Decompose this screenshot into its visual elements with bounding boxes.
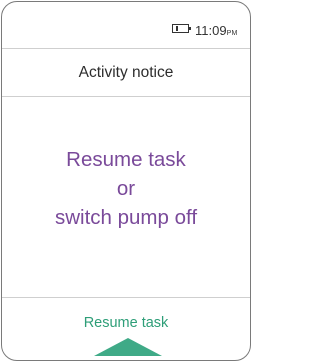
message-line-3: switch pump off — [54, 206, 198, 229]
battery-low-icon — [172, 24, 191, 33]
clock-ampm: PM — [226, 30, 238, 37]
screen-title: Activity notice — [2, 49, 250, 97]
resume-task-label[interactable]: Resume task — [2, 315, 250, 331]
message-line-1: Resume task — [66, 148, 186, 171]
bottom-divider — [2, 297, 250, 298]
device-screen: 11:09PM Activity notice Resume task or s… — [1, 1, 251, 361]
notice-message: Resume task or switch pump off — [2, 145, 250, 232]
up-arrow-icon[interactable] — [94, 338, 162, 356]
clock-time: 11:09 — [195, 23, 227, 38]
status-bar: 11:09PM — [2, 2, 250, 49]
clock: 11:09PM — [195, 22, 237, 40]
message-line-2: or — [116, 177, 136, 200]
